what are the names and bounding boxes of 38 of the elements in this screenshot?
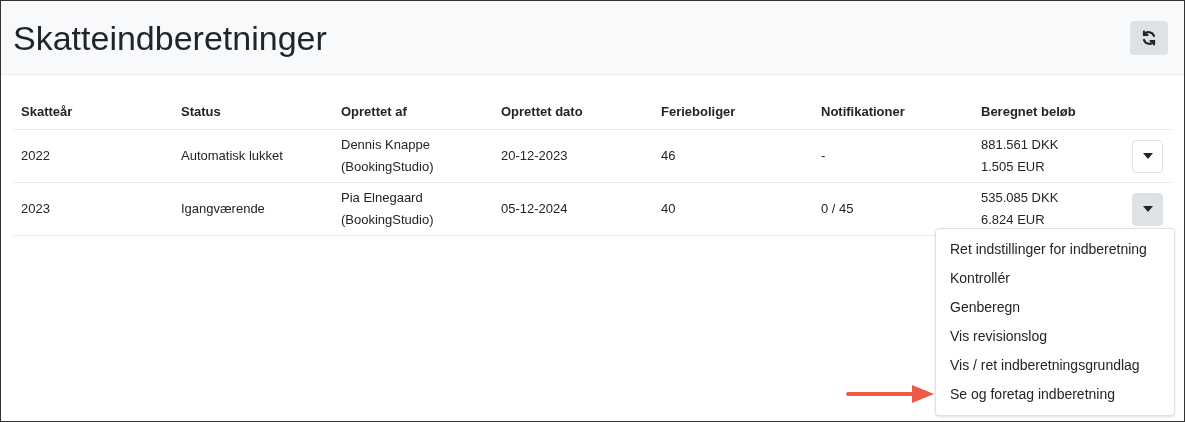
cell-text: Igangværende	[181, 201, 265, 217]
dropdown-toggle[interactable]	[1132, 139, 1163, 173]
cell-text: 20-12-2023	[501, 148, 568, 164]
column-header: Notifikationer	[821, 103, 906, 122]
column-header: Beregnet beløb	[981, 103, 1077, 122]
menu-item[interactable]: Ret indstillinger for indberetning	[950, 239, 1147, 260]
cell-text: Automatisk lukket	[181, 148, 283, 164]
cell-text: 2023	[21, 201, 50, 217]
column-header: Status	[181, 103, 222, 122]
column-header: Ferieboliger	[661, 103, 737, 122]
page-title: Skatteindberetninger	[13, 20, 327, 55]
menu-item[interactable]: Genberegn	[950, 297, 1021, 318]
cell-text: 6.824 EUR	[981, 211, 1045, 229]
cell-text: -	[821, 148, 826, 164]
cell-text: 1.505 EUR	[981, 158, 1045, 176]
cell-text: (BookingStudio)	[341, 158, 434, 176]
refresh-button[interactable]	[1130, 20, 1168, 55]
menu-item[interactable]: Vis revisionslog	[950, 326, 1047, 347]
cell-text: 535.085 DKK	[981, 189, 1059, 207]
refresh-icon	[1141, 29, 1157, 46]
dropdown-toggle[interactable]	[1132, 192, 1163, 226]
cell-text: Pia Elnegaard	[341, 189, 423, 207]
menu-item[interactable]: Se og foretag indberetning	[950, 384, 1115, 405]
caret-icon	[1142, 206, 1153, 212]
column-header: Skatteår	[21, 103, 74, 122]
column-header: Oprettet dato	[501, 103, 584, 122]
cell-text: 0 / 45	[821, 201, 854, 217]
cell-text: 46	[661, 148, 676, 164]
cell-text: (BookingStudio)	[341, 211, 434, 229]
menu-item[interactable]: Vis / ret indberetningsgrundlag	[950, 355, 1140, 376]
menu-item[interactable]: Kontrollér	[950, 268, 1010, 289]
cell-text: Dennis Knappe	[341, 136, 430, 154]
cell-text: 881.561 DKK	[981, 136, 1059, 154]
cell-text: 2022	[21, 148, 50, 164]
cell-text: 05-12-2024	[501, 201, 568, 217]
caret-icon	[1142, 153, 1153, 159]
cell-text: 40	[661, 201, 676, 217]
column-header: Oprettet af	[341, 103, 408, 122]
